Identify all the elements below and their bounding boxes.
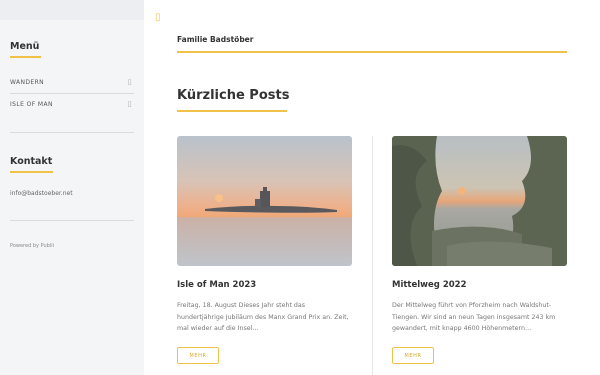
chevron-down-icon[interactable]: ▯ xyxy=(128,78,132,86)
powered-by-text: Powered by Publii xyxy=(10,243,55,249)
sidebar-top-band xyxy=(0,0,144,20)
sidebar-item-label: WANDERN xyxy=(10,78,45,86)
contact-heading: Kontakt xyxy=(10,156,53,167)
post-excerpt: Freitag, 18. August Dieses Jahr steht da… xyxy=(177,302,349,332)
sidebar-item-isle-of-man[interactable]: ISLE OF MAN ▯ xyxy=(10,93,134,115)
more-button[interactable]: MEHR xyxy=(177,347,219,364)
menu-icon[interactable]: ▯ xyxy=(155,12,161,23)
sidebar-item-wandern[interactable]: WANDERN ▯ xyxy=(10,71,134,93)
chevron-down-icon[interactable]: ▯ xyxy=(128,100,132,108)
menu-heading-underline xyxy=(10,56,41,58)
sidebar-divider xyxy=(10,220,134,221)
site-title[interactable]: Familie Badstöber xyxy=(177,35,253,44)
site-title-underline xyxy=(177,51,567,53)
sidebar-divider xyxy=(10,132,134,133)
more-button[interactable]: MEHR xyxy=(392,347,434,364)
post-excerpt: Der Mittelweg führt von Pforzheim nach W… xyxy=(392,302,556,332)
contact-email[interactable]: info@badstoeber.net xyxy=(10,190,73,197)
sidebar: Menü WANDERN ▯ ISLE OF MAN ▯ Kontakt inf… xyxy=(0,0,144,375)
post-title[interactable]: Isle of Man 2023 xyxy=(177,280,256,290)
post-column-divider xyxy=(372,136,373,375)
sunset-forest-image[interactable] xyxy=(392,136,567,266)
section-title-underline xyxy=(177,110,287,112)
menu-heading: Menü xyxy=(10,41,40,52)
sunset-sea-lighthouse-image[interactable] xyxy=(177,136,352,266)
post-title[interactable]: Mittelweg 2022 xyxy=(392,280,467,290)
contact-heading-underline xyxy=(10,171,53,173)
sidebar-item-label: ISLE OF MAN xyxy=(10,100,53,108)
section-title: Kürzliche Posts xyxy=(177,88,290,103)
